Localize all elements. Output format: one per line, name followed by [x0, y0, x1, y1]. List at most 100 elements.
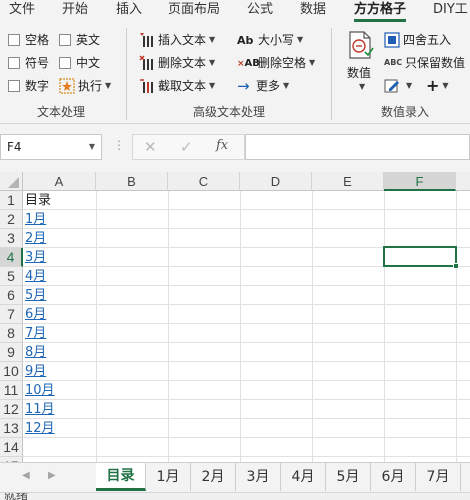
group-label-numeric: 数值录入	[381, 105, 430, 119]
sheet-tab-index[interactable]: 目录	[96, 463, 146, 491]
checkbox-space[interactable]: 空格	[8, 31, 49, 49]
sheet-tab-jan[interactable]: 1月	[146, 463, 191, 491]
menu-tab-data[interactable]: 数据	[300, 0, 326, 22]
gridline	[23, 437, 470, 438]
sheet-tab-mar[interactable]: 3月	[236, 463, 281, 491]
cell-link-dec[interactable]: 12月	[25, 419, 55, 438]
cell-link-nov[interactable]: 11月	[25, 400, 55, 419]
row-header-9[interactable]: 9	[0, 343, 23, 362]
row-header-13[interactable]: 13	[0, 419, 23, 438]
menu-tab-insert[interactable]: 插入	[116, 0, 142, 22]
cell-link-apr[interactable]: 4月	[25, 267, 46, 286]
row-header-12[interactable]: 12	[0, 400, 23, 419]
row-header-5[interactable]: 5	[0, 267, 23, 286]
row-header-3[interactable]: 3	[0, 229, 23, 248]
worksheet-grid[interactable]: A B C D E F 1 2 3 4 5 6 7 8 9 10 11 12 1…	[0, 172, 470, 462]
checkbox-number[interactable]: 数字	[8, 77, 49, 95]
name-box[interactable]: F4 ▼	[0, 134, 102, 160]
plus-icon: +	[426, 76, 440, 95]
round-icon	[384, 32, 400, 48]
keep-value-button[interactable]: ABC 只保留数值	[384, 54, 465, 72]
cell-link-sep[interactable]: 9月	[25, 362, 46, 381]
delete-spaces-icon-text: AB	[244, 58, 260, 69]
menu-tab-formulas[interactable]: 公式	[247, 0, 273, 22]
execute-button[interactable]: 执行 ▼	[59, 77, 111, 95]
cell-link-aug[interactable]: 8月	[25, 343, 46, 362]
cell-link-feb[interactable]: 2月	[25, 229, 46, 248]
cell-link-may[interactable]: 5月	[25, 286, 46, 305]
delete-text-button[interactable]: 删除文本 ▼	[139, 54, 215, 72]
numeric-label: 数值	[347, 66, 372, 80]
scroll-left-icon[interactable]: ◀	[22, 470, 30, 481]
sheet-tab-may[interactable]: 5月	[326, 463, 371, 491]
row-header-1[interactable]: 1	[0, 191, 23, 210]
gridline	[240, 191, 241, 462]
edit-dropdown-button[interactable]: ▼	[384, 77, 412, 95]
menu-bar: 文件 开始 插入 页面布局 公式 数据 方方格子 DIY工	[0, 0, 470, 22]
add-dropdown-button[interactable]: + ▼	[426, 77, 449, 95]
checkbox-box	[59, 57, 71, 69]
row-header-2[interactable]: 2	[0, 210, 23, 229]
chevron-down-icon: ▼	[283, 81, 290, 90]
chevron-down-icon: ▼	[406, 81, 413, 90]
delete-spaces-button[interactable]: ×AB 删除空格 ▼	[237, 54, 315, 72]
fill-handle[interactable]	[453, 263, 459, 269]
cell-a1[interactable]: 目录	[25, 191, 51, 210]
select-all-corner[interactable]	[0, 172, 23, 191]
case-button[interactable]: Ab 大小写 ▼	[237, 31, 303, 49]
chevron-down-icon: ▼	[209, 35, 216, 44]
chevron-down-icon: ▼	[359, 82, 366, 91]
column-header-f[interactable]: F	[384, 172, 456, 191]
checkbox-symbol-label: 符号	[25, 56, 50, 70]
sheet-tab-jun[interactable]: 6月	[371, 463, 416, 491]
row-header-6[interactable]: 6	[0, 286, 23, 305]
column-header-b[interactable]: B	[96, 172, 168, 191]
column-header-c[interactable]: C	[168, 172, 240, 191]
round-label: 四舍五入	[403, 33, 452, 47]
status-bar: 就绪	[0, 492, 470, 500]
row-header-10[interactable]: 10	[0, 362, 23, 381]
cell-link-jan[interactable]: 1月	[25, 210, 46, 229]
checkbox-symbol[interactable]: 符号	[8, 54, 49, 72]
row-header-8[interactable]: 8	[0, 324, 23, 343]
row-header-7[interactable]: 7	[0, 305, 23, 324]
formula-input[interactable]	[245, 134, 470, 160]
row-header-4[interactable]: 4	[0, 248, 23, 267]
column-header-e[interactable]: E	[312, 172, 384, 191]
menu-tab-file[interactable]: 文件	[9, 0, 35, 22]
chevron-down-icon[interactable]: ▼	[89, 135, 95, 159]
numeric-button[interactable]: 数值 ▼	[343, 30, 377, 100]
column-header-a[interactable]: A	[23, 172, 96, 191]
sheet-tab-jul[interactable]: 7月	[416, 463, 461, 491]
menu-tab-home[interactable]: 开始	[62, 0, 88, 22]
checkbox-english[interactable]: 英文	[59, 31, 100, 49]
cell-link-jul[interactable]: 7月	[25, 324, 46, 343]
column-header-d[interactable]: D	[240, 172, 312, 191]
sheet-tab-apr[interactable]: 4月	[281, 463, 326, 491]
extract-text-button[interactable]: 截取文本 ▼	[139, 77, 215, 95]
selected-cell-f4[interactable]	[383, 246, 457, 267]
more-button[interactable]: → 更多 ▼	[237, 77, 289, 95]
checkbox-chinese[interactable]: 中文	[59, 54, 100, 72]
group-label-advanced: 高级文本处理	[193, 105, 266, 119]
cancel-icon[interactable]: ✕	[144, 138, 157, 156]
cell-link-mar[interactable]: 3月	[25, 248, 46, 267]
edit-icon	[384, 78, 400, 94]
gridline	[96, 191, 97, 462]
row-header-11[interactable]: 11	[0, 381, 23, 400]
cell-link-oct[interactable]: 10月	[25, 381, 55, 400]
enter-icon[interactable]: ✓	[180, 138, 193, 156]
execute-label: 执行	[78, 79, 103, 93]
row-header-14[interactable]: 14	[0, 438, 23, 457]
cell-link-jun[interactable]: 6月	[25, 305, 46, 324]
round-button[interactable]: 四舍五入	[384, 31, 451, 49]
sheet-tab-feb[interactable]: 2月	[191, 463, 236, 491]
menu-tab-page-layout[interactable]: 页面布局	[168, 0, 220, 22]
scroll-right-icon[interactable]: ▶	[48, 470, 56, 481]
insert-text-button[interactable]: 插入文本 ▼	[139, 31, 215, 49]
insert-function-icon[interactable]: fx	[216, 138, 228, 153]
gridline	[312, 191, 313, 462]
menu-tab-diy[interactable]: DIY工	[433, 0, 468, 22]
gridline	[456, 191, 457, 462]
menu-tab-fangfang[interactable]: 方方格子	[354, 0, 407, 22]
